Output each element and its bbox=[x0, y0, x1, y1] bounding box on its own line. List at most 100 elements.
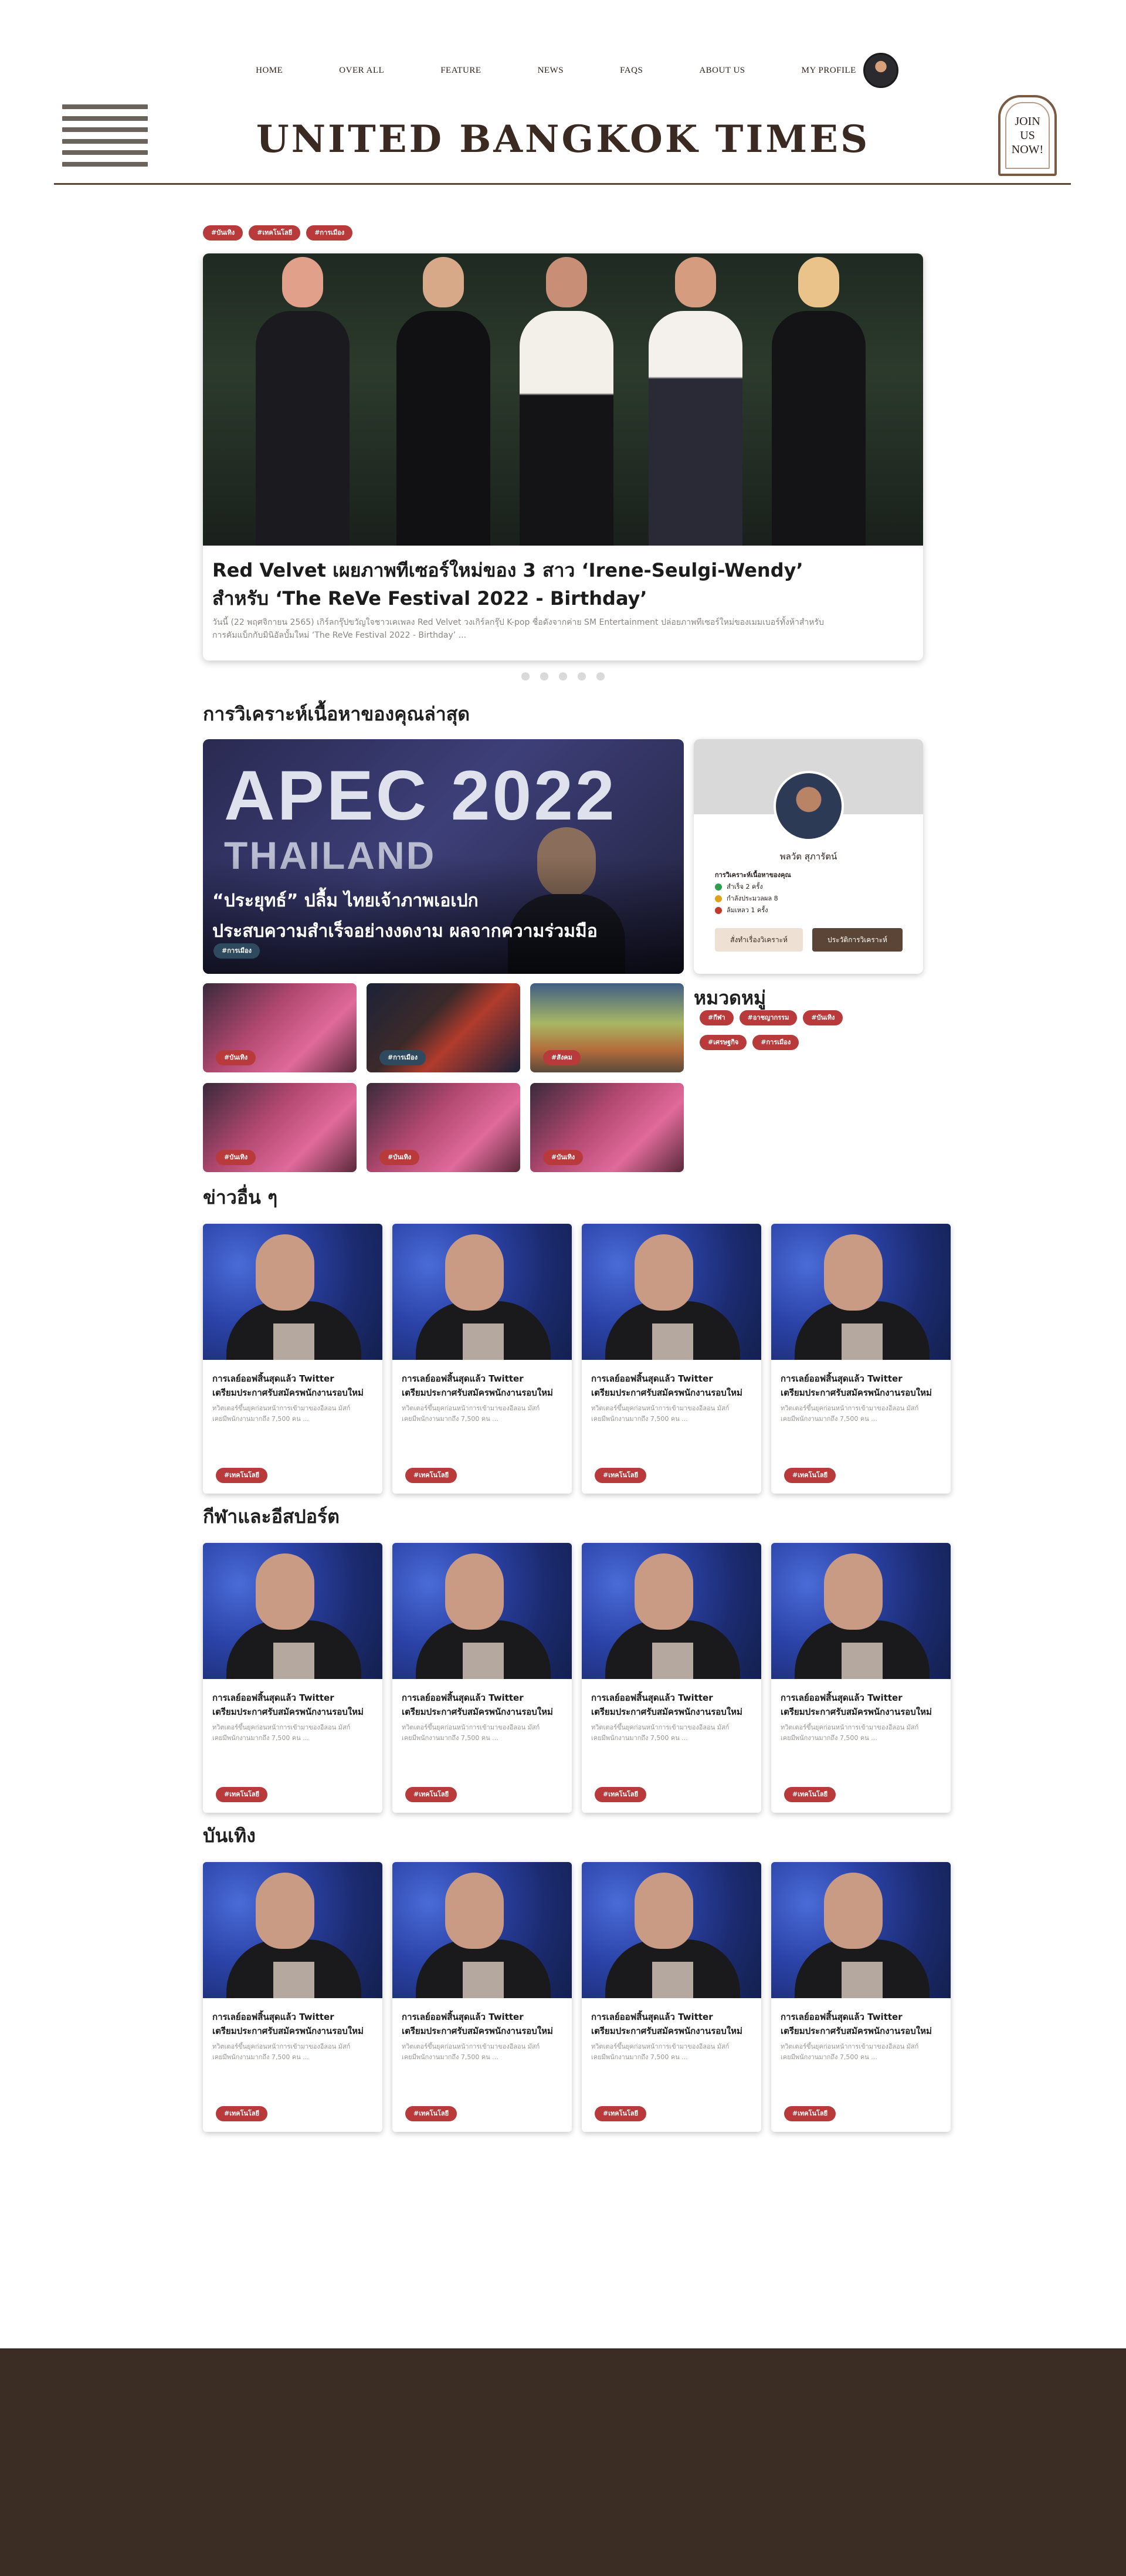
news-title-line: การเลย์ออฟสิ้นสุดแล้ว Twitter bbox=[781, 1692, 903, 1703]
other-news-card[interactable]: การเลย์ออฟสิ้นสุดแล้ว Twitter เตรียมประกา… bbox=[771, 1224, 951, 1494]
entertainment-card[interactable]: การเลย์ออฟสิ้นสุดแล้ว Twitter เตรียมประกา… bbox=[392, 1862, 572, 2132]
carousel-dot[interactable] bbox=[540, 672, 548, 681]
news-title-line: การเลย์ออฟสิ้นสุดแล้ว Twitter bbox=[781, 1373, 903, 1384]
carousel-dot[interactable] bbox=[596, 672, 605, 681]
categories-heading: หมวดหมู่ bbox=[694, 987, 767, 1009]
news-tag[interactable]: #เทคโนโลยี bbox=[216, 2106, 268, 2121]
news-tag[interactable]: #เทคโนโลยี bbox=[595, 2106, 647, 2121]
category-tag[interactable]: #กีฬา bbox=[700, 1010, 734, 1025]
news-excerpt: ทวิตเตอร์ขึ้นยุคก่อนหน้าการเข้ามาของอีลอ… bbox=[392, 1719, 572, 1744]
news-image bbox=[203, 1224, 382, 1360]
hero-tag[interactable]: #บันเทิง bbox=[203, 225, 243, 241]
join-us-button[interactable]: JOIN US NOW! bbox=[998, 95, 1057, 176]
news-title-line: เตรียมประกาศรับสมัครพนักงานรอบใหม่ bbox=[781, 1387, 932, 1398]
news-tag[interactable]: #เทคโนโลยี bbox=[784, 1787, 836, 1802]
profile-card: พลวัต สุภารัตน์ การวิเคราะห์เนื้อหาของคุ… bbox=[694, 739, 923, 974]
news-title: การเลย์ออฟสิ้นสุดแล้ว Twitter เตรียมประกา… bbox=[392, 1679, 572, 1719]
news-tag[interactable]: #เทคโนโลยี bbox=[595, 1787, 647, 1802]
news-excerpt-line: เคยมีพนักงานมากถึง 7,500 คน ... bbox=[212, 2053, 309, 2061]
status-dot-icon bbox=[715, 884, 722, 891]
category-tag[interactable]: #อาชญากรรม bbox=[739, 1010, 798, 1025]
news-title: การเลย์ออฟสิ้นสุดแล้ว Twitter เตรียมประกา… bbox=[392, 1998, 572, 2038]
categories-list: #กีฬา #อาชญากรรม #บันเทิง #เศรษฐกิจ #การ… bbox=[694, 1010, 917, 1059]
sports-card[interactable]: การเลย์ออฟสิ้นสุดแล้ว Twitter เตรียมประกา… bbox=[582, 1543, 761, 1813]
thumbnail-tag[interactable]: #สังคม bbox=[543, 1050, 581, 1065]
thumbnail-tag[interactable]: #บันเทิง bbox=[216, 1150, 256, 1165]
hero-excerpt: วันนี้ (22 พฤศจิกายน 2565) เกิร์ลกรุ๊ปขว… bbox=[212, 618, 824, 640]
news-title-line: การเลย์ออฟสิ้นสุดแล้ว Twitter bbox=[781, 2012, 903, 2022]
news-image bbox=[392, 1224, 572, 1360]
status-dot-icon bbox=[715, 895, 722, 902]
entertainment-card[interactable]: การเลย์ออฟสิ้นสุดแล้ว Twitter เตรียมประกา… bbox=[203, 1862, 382, 2132]
news-excerpt: ทวิตเตอร์ขึ้นยุคก่อนหน้าการเข้ามาของอีลอ… bbox=[582, 2038, 761, 2063]
news-tag[interactable]: #เทคโนโลยี bbox=[784, 2106, 836, 2121]
carousel-dot[interactable] bbox=[521, 672, 530, 681]
category-tag[interactable]: #บันเทิง bbox=[803, 1010, 843, 1025]
nav-about-us[interactable]: ABOUT US bbox=[699, 66, 745, 76]
news-image bbox=[582, 1862, 761, 1998]
news-excerpt-line: ทวิตเตอร์ขึ้นยุคก่อนหน้าการเข้ามาของอีลอ… bbox=[591, 1404, 730, 1412]
feature-tag[interactable]: #การเมือง bbox=[213, 943, 260, 959]
nav-news[interactable]: NEWS bbox=[538, 66, 564, 76]
news-tag[interactable]: #เทคโนโลยี bbox=[784, 1468, 836, 1483]
news-tag[interactable]: #เทคโนโลยี bbox=[405, 1787, 457, 1802]
news-tag[interactable]: #เทคโนโลยี bbox=[216, 1787, 268, 1802]
feature-image-text: APEC 2022 bbox=[224, 756, 617, 835]
feature-title-line: ประสบความสำเร็จอย่างงดงาม ผลจากความร่วมม… bbox=[212, 921, 598, 942]
other-news-card[interactable]: การเลย์ออฟสิ้นสุดแล้ว Twitter เตรียมประกา… bbox=[582, 1224, 761, 1494]
footer bbox=[0, 2348, 1126, 2576]
thumbnail-article[interactable]: #การเมือง bbox=[367, 983, 520, 1072]
entertainment-heading: บันเทิง bbox=[203, 1824, 256, 1847]
hero-title: Red Velvet เผยภาพทีเซอร์ใหม่ของ 3 สาว ‘I… bbox=[212, 556, 914, 612]
news-title: การเลย์ออฟสิ้นสุดแล้ว Twitter เตรียมประกา… bbox=[582, 1360, 761, 1400]
news-excerpt-line: เคยมีพนักงานมากถึง 7,500 คน ... bbox=[781, 1734, 877, 1742]
nav-faqs[interactable]: FAQs bbox=[620, 66, 643, 76]
entertainment-card[interactable]: การเลย์ออฟสิ้นสุดแล้ว Twitter เตรียมประกา… bbox=[582, 1862, 761, 2132]
thumbnail-tag[interactable]: #การเมือง bbox=[379, 1050, 426, 1065]
hero-tag[interactable]: #การเมือง bbox=[306, 225, 353, 241]
carousel-dot[interactable] bbox=[578, 672, 586, 681]
thumbnail-tag[interactable]: #บันเทิง bbox=[543, 1150, 584, 1165]
hero-tag[interactable]: #เทคโนโลยี bbox=[249, 225, 301, 241]
news-excerpt: ทวิตเตอร์ขึ้นยุคก่อนหน้าการเข้ามาของอีลอ… bbox=[771, 1400, 951, 1424]
thumbnail-article[interactable]: #บันเทิง bbox=[367, 1083, 520, 1172]
hero-tags: #บันเทิง #เทคโนโลยี #การเมือง bbox=[203, 225, 358, 241]
thumbnail-article[interactable]: #บันเทิง bbox=[530, 1083, 684, 1172]
thumbnail-article[interactable]: #สังคม bbox=[530, 983, 684, 1072]
news-tag[interactable]: #เทคโนโลยี bbox=[405, 1468, 457, 1483]
news-tag[interactable]: #เทคโนโลยี bbox=[216, 1468, 268, 1483]
thumbnail-tag[interactable]: #บันเทิง bbox=[379, 1150, 420, 1165]
news-excerpt-line: เคยมีพนักงานมากถึง 7,500 คน ... bbox=[591, 2053, 688, 2061]
sports-card[interactable]: การเลย์ออฟสิ้นสุดแล้ว Twitter เตรียมประกา… bbox=[392, 1543, 572, 1813]
news-excerpt-line: ทวิตเตอร์ขึ้นยุคก่อนหน้าการเข้ามาของอีลอ… bbox=[781, 1724, 919, 1731]
thumbnail-article[interactable]: #บันเทิง bbox=[203, 983, 357, 1072]
nav-feature[interactable]: FEATURE bbox=[440, 66, 481, 76]
news-excerpt-line: เคยมีพนักงานมากถึง 7,500 คน ... bbox=[212, 1415, 309, 1423]
feature-article[interactable]: APEC 2022 THAILAND “ประยุทธ์” ปลื้ม ไทยเ… bbox=[203, 739, 684, 974]
hero-image bbox=[203, 253, 923, 546]
news-excerpt-line: เคยมีพนักงานมากถึง 7,500 คน ... bbox=[402, 2053, 498, 2061]
analysis-history-button[interactable]: ประวัติการวิเคราะห์ bbox=[812, 928, 903, 952]
thumbnail-tag[interactable]: #บันเทิง bbox=[216, 1050, 256, 1065]
hero-figure bbox=[772, 257, 866, 546]
profile-avatar[interactable] bbox=[863, 53, 898, 88]
news-excerpt: ทวิตเตอร์ขึ้นยุคก่อนหน้าการเข้ามาของอีลอ… bbox=[392, 2038, 572, 2063]
news-tag[interactable]: #เทคโนโลยี bbox=[595, 1468, 647, 1483]
thumbnail-article[interactable]: #บันเทิง bbox=[203, 1083, 357, 1172]
sports-card[interactable]: การเลย์ออฟสิ้นสุดแล้ว Twitter เตรียมประกา… bbox=[203, 1543, 382, 1813]
carousel-dot[interactable] bbox=[559, 672, 567, 681]
nav-my-profile[interactable]: MY PROFILE bbox=[802, 66, 856, 76]
news-tag[interactable]: #เทคโนโลยี bbox=[405, 2106, 457, 2121]
sports-card[interactable]: การเลย์ออฟสิ้นสุดแล้ว Twitter เตรียมประกา… bbox=[771, 1543, 951, 1813]
entertainment-card[interactable]: การเลย์ออฟสิ้นสุดแล้ว Twitter เตรียมประกา… bbox=[771, 1862, 951, 2132]
news-excerpt-line: เคยมีพนักงานมากถึง 7,500 คน ... bbox=[591, 1734, 688, 1742]
avatar[interactable] bbox=[774, 771, 844, 841]
order-analysis-button[interactable]: สั่งทำเรื่องวิเคราะห์ bbox=[715, 928, 803, 952]
nav-home[interactable]: HOME bbox=[256, 66, 283, 76]
other-news-card[interactable]: การเลย์ออฟสิ้นสุดแล้ว Twitter เตรียมประกา… bbox=[392, 1224, 572, 1494]
hero-article[interactable]: Red Velvet เผยภาพทีเซอร์ใหม่ของ 3 สาว ‘I… bbox=[203, 253, 923, 661]
category-tag[interactable]: #การเมือง bbox=[752, 1035, 799, 1050]
category-tag[interactable]: #เศรษฐกิจ bbox=[700, 1035, 747, 1050]
other-news-card[interactable]: การเลย์ออฟสิ้นสุดแล้ว Twitter เตรียมประกา… bbox=[203, 1224, 382, 1494]
nav-over-all[interactable]: OVER ALL bbox=[339, 66, 384, 76]
